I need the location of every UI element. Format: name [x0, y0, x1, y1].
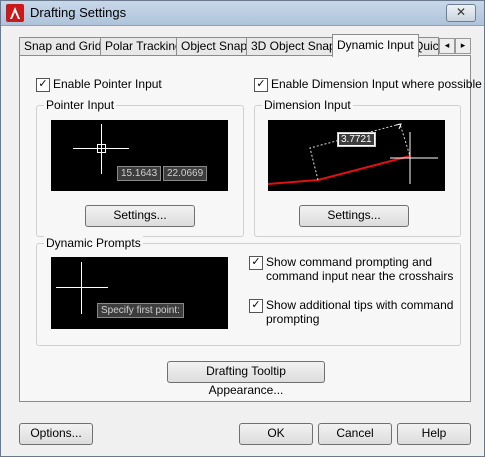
chevron-left-icon: ◂	[444, 40, 450, 50]
options-button[interactable]: Options...	[19, 423, 93, 445]
tab-object-snap[interactable]: Object Snap	[176, 37, 253, 56]
close-icon: ✕	[455, 5, 467, 19]
pointer-input-group-title: Pointer Input	[44, 98, 117, 112]
dimension-value-box: 3.7721	[337, 132, 376, 147]
dynamic-prompts-group-title: Dynamic Prompts	[44, 236, 143, 250]
show-command-prompting-label-2[interactable]: command input near the crosshairs	[266, 269, 453, 283]
dimension-input-preview: 3.7721	[268, 120, 445, 191]
drafting-tooltip-appearance-button[interactable]: Drafting Tooltip Appearance...	[167, 361, 325, 397]
dimension-input-group-title: Dimension Input	[262, 98, 353, 112]
ok-button[interactable]: OK	[239, 423, 313, 445]
drafting-settings-dialog: Drafting Settings ✕ Snap and Grid Polar …	[0, 0, 485, 457]
pointer-input-group: Pointer Input 15.1643 22.0669 Settings..…	[36, 98, 244, 237]
title-bar[interactable]: Drafting Settings ✕	[1, 1, 484, 26]
help-button[interactable]: Help	[397, 423, 471, 445]
enable-dimension-input-label[interactable]: Enable Dimension Input where possible	[271, 77, 482, 91]
prompt-preview-text: Specify first point:	[97, 303, 184, 318]
tab-3d-object-snap[interactable]: 3D Object Snap	[246, 37, 341, 56]
tab-dynamic-input[interactable]: Dynamic Input	[332, 34, 419, 57]
pointer-settings-button[interactable]: Settings...	[85, 205, 195, 227]
show-command-prompting-label-1[interactable]: Show command prompting and	[266, 255, 432, 269]
dynamic-input-panel: ✓ Enable Pointer Input ✓ Enable Dimensio…	[19, 55, 482, 402]
show-additional-tips-checkbox[interactable]: ✓	[249, 299, 263, 313]
chevron-right-icon: ▸	[460, 40, 466, 50]
dimension-value: 3.7721	[339, 134, 374, 145]
tab-scroll-right-button[interactable]: ▸	[455, 38, 471, 54]
enable-pointer-input-checkbox[interactable]: ✓	[36, 78, 50, 92]
dimension-preview-graphic	[268, 123, 438, 185]
close-button[interactable]: ✕	[446, 4, 476, 22]
window-title: Drafting Settings	[30, 5, 127, 20]
tab-snap-and-grid[interactable]: Snap and Grid	[19, 37, 107, 56]
cancel-button[interactable]: Cancel	[318, 423, 392, 445]
autocad-a-icon	[6, 4, 24, 22]
enable-dimension-input-checkbox[interactable]: ✓	[254, 78, 268, 92]
prompt-crosshair-vertical	[81, 262, 82, 314]
show-command-prompting-checkbox[interactable]: ✓	[249, 256, 263, 270]
tab-scroll-left-button[interactable]: ◂	[439, 38, 455, 54]
dynamic-prompts-group: Dynamic Prompts Specify first point: ✓ S…	[36, 236, 461, 346]
pointer-input-preview: 15.1643 22.0669	[51, 120, 228, 191]
show-additional-tips-label-1[interactable]: Show additional tips with command	[266, 298, 453, 312]
dimension-input-group: Dimension Input 3.7721 Settings...	[254, 98, 461, 237]
pointer-y-coordinate: 22.0669	[163, 166, 208, 181]
tab-polar-tracking[interactable]: Polar Tracking	[100, 37, 187, 56]
dimension-settings-button[interactable]: Settings...	[299, 205, 409, 227]
pointer-x-coordinate: 15.1643	[117, 166, 162, 181]
dynamic-prompts-preview: Specify first point:	[51, 257, 228, 329]
pickbox-icon	[97, 144, 106, 153]
enable-pointer-input-label[interactable]: Enable Pointer Input	[53, 77, 162, 91]
prompt-crosshair-horizontal	[56, 287, 108, 288]
show-additional-tips-label-2[interactable]: prompting	[266, 312, 319, 326]
